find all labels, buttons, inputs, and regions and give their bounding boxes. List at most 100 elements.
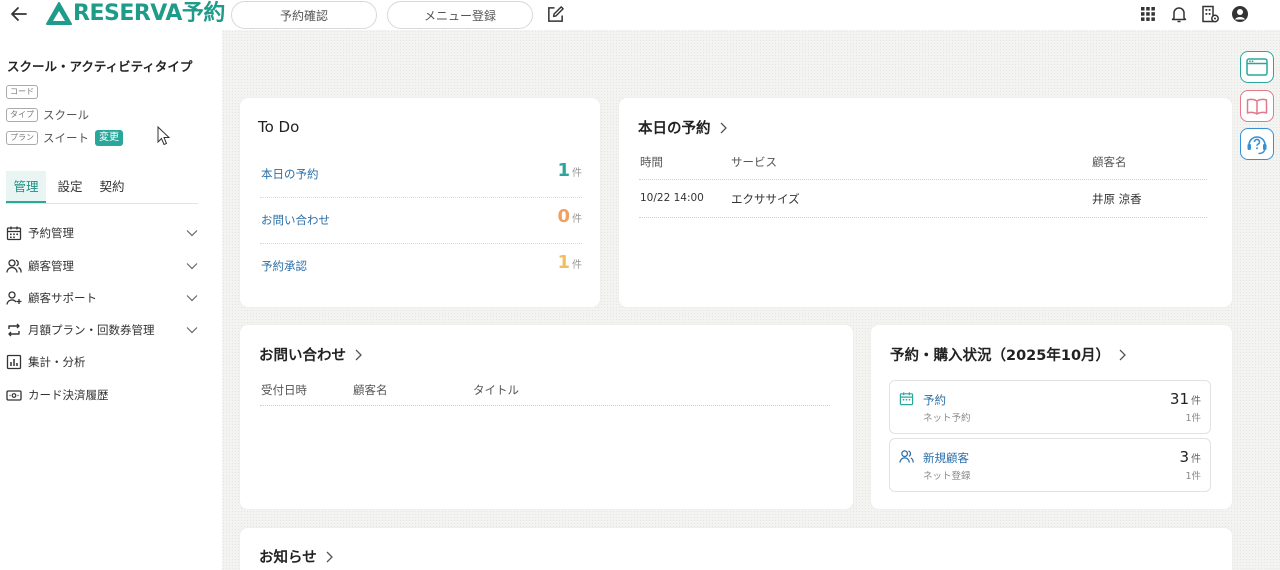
- today-reservations-card: 本日の予約 時間 サービス 顧客名 10/22 14:00 エクササイズ 井原 …: [619, 98, 1232, 307]
- apps-grid-icon[interactable]: [1138, 4, 1158, 24]
- row-customer: 井原 涼香: [1092, 192, 1142, 206]
- inquiries-title: お問い合わせ: [259, 348, 346, 364]
- table-divider: [639, 179, 1207, 180]
- users-icon: [899, 450, 914, 463]
- calendar-icon: [899, 392, 914, 406]
- sidebar-item-plan-ticket-management[interactable]: 月額プラン・回数券管理: [6, 319, 198, 341]
- sidebar-item-card-payment-history[interactable]: カード決済履歴: [6, 384, 198, 406]
- notices-title-link[interactable]: お知らせ: [259, 546, 335, 567]
- today-title-link[interactable]: 本日の予約: [638, 117, 729, 138]
- chart-icon: [6, 354, 22, 370]
- users-icon: [6, 259, 22, 273]
- sidebar-item-analytics[interactable]: 集計・分析: [6, 351, 198, 373]
- todo-count: 1 件: [557, 160, 582, 181]
- stat-sublabel: ネット予約: [923, 413, 971, 424]
- table-divider: [260, 405, 830, 406]
- todo-row-approval[interactable]: 予約承認 1 件: [260, 244, 582, 290]
- sidebar-tabs: 管理 設定 契約: [6, 171, 198, 204]
- status-item-new-customers[interactable]: 新規顧客 ネット登録 3 件 1件: [889, 438, 1211, 492]
- inquiries-title-link[interactable]: お問い合わせ: [259, 344, 364, 365]
- today-title: 本日の予約: [638, 121, 711, 137]
- repeat-icon: [8, 323, 20, 337]
- reserva-logo[interactable]: RESERVA予約: [46, 1, 225, 27]
- account-avatar-icon[interactable]: [1230, 4, 1250, 24]
- chevron-right-icon: [355, 349, 362, 360]
- sidebar-item-customer-support[interactable]: 顧客サポート: [6, 287, 198, 309]
- column-header-time: 時間: [640, 155, 663, 169]
- stat-count-value: 31: [1169, 390, 1189, 408]
- status-item-reservations[interactable]: 予約 ネット予約 31 件 1件: [889, 380, 1211, 434]
- status-card: 予約・購入状況（2025年10月） 予約 ネット予約 31 件 1件 新規顧客 …: [871, 325, 1232, 509]
- back-arrow-icon[interactable]: [9, 4, 29, 24]
- manual-book-button[interactable]: [1240, 90, 1274, 122]
- chevron-down-icon: [186, 263, 198, 270]
- code-tag: コード: [6, 85, 38, 99]
- todo-count: 1 件: [557, 252, 582, 273]
- stat-subcount: 1件: [1185, 471, 1201, 482]
- chevron-right-icon: [720, 122, 727, 133]
- sidebar-item-label: カード決済履歴: [28, 388, 109, 402]
- browser-window-button[interactable]: [1240, 51, 1274, 83]
- headset-help-icon: [1247, 136, 1267, 155]
- logo-text: RESERVA予約: [73, 1, 225, 26]
- column-header-customer: 顧客名: [353, 383, 388, 397]
- top-header: RESERVA予約 予約確認 メニュー登録: [0, 0, 1280, 30]
- row-service: エクササイズ: [731, 192, 800, 206]
- column-header-customer: 顧客名: [1092, 155, 1127, 169]
- stat-count: 3 件: [1179, 448, 1201, 466]
- sidebar-item-customer-management[interactable]: 顧客管理: [6, 255, 198, 277]
- mouse-pointer-icon: [157, 126, 171, 146]
- user-support-icon: [6, 291, 22, 305]
- notices-card: お知らせ: [240, 528, 1232, 570]
- stat-count-unit: 件: [1191, 454, 1201, 465]
- todo-row-today[interactable]: 本日の予約 1 件: [260, 152, 582, 198]
- sidebar-item-label: 顧客サポート: [28, 291, 97, 305]
- todo-count-value: 1: [557, 252, 570, 273]
- building-settings-icon[interactable]: [1200, 4, 1220, 24]
- main-content: To Do 本日の予約 1 件 お問い合わせ 0 件 予約承認 1 件 本日の予…: [222, 30, 1280, 570]
- help-support-button[interactable]: [1240, 128, 1274, 160]
- todo-card: To Do 本日の予約 1 件 お問い合わせ 0 件 予約承認 1 件: [240, 98, 600, 307]
- reservation-check-button[interactable]: 予約確認: [231, 1, 377, 29]
- todo-count: 0 件: [557, 206, 582, 227]
- todo-label: お問い合わせ: [261, 213, 330, 227]
- edit-icon[interactable]: [546, 5, 565, 24]
- plan-change-button[interactable]: 変更: [95, 130, 123, 146]
- plan-tag: プラン: [6, 131, 38, 145]
- todo-count-value: 0: [557, 206, 570, 227]
- sidebar-item-reservation-management[interactable]: 予約管理: [6, 222, 198, 244]
- menu-register-button[interactable]: メニュー登録: [387, 1, 533, 29]
- browser-window-icon: [1246, 58, 1268, 76]
- tab-manage[interactable]: 管理: [6, 171, 46, 203]
- chevron-right-icon: [326, 551, 333, 562]
- todo-label: 本日の予約: [261, 167, 319, 181]
- tab-settings[interactable]: 設定: [55, 171, 85, 203]
- todo-title: To Do: [258, 118, 300, 136]
- tab-contract[interactable]: 契約: [97, 171, 127, 203]
- notices-title: お知らせ: [259, 550, 317, 566]
- code-row: コード: [6, 85, 43, 99]
- book-icon: [1246, 98, 1268, 115]
- table-divider: [639, 217, 1207, 218]
- bell-icon[interactable]: [1169, 4, 1189, 24]
- todo-row-inquiries[interactable]: お問い合わせ 0 件: [260, 198, 582, 244]
- status-title-link[interactable]: 予約・購入状況（2025年10月）: [890, 344, 1128, 365]
- type-row: タイプ スクール: [6, 107, 89, 123]
- todo-count-value: 1: [557, 160, 570, 181]
- chevron-down-icon: [186, 327, 198, 334]
- card-icon: [6, 390, 22, 401]
- sidebar: スクール・アクティビティタイプ コード タイプ スクール プラン スイート 変更…: [0, 30, 222, 570]
- todo-count-unit: 件: [572, 260, 582, 271]
- chevron-right-icon: [1119, 349, 1126, 360]
- sidebar-item-label: 顧客管理: [28, 259, 74, 273]
- column-header-title: タイトル: [473, 383, 519, 397]
- type-tag: タイプ: [6, 108, 38, 122]
- row-time: 10/22 14:00: [640, 192, 704, 204]
- stat-label: 予約: [923, 393, 946, 407]
- stat-subcount: 1件: [1185, 413, 1201, 424]
- shop-title: スクール・アクティビティタイプ: [7, 59, 193, 74]
- stat-count-unit: 件: [1191, 396, 1201, 407]
- chevron-down-icon: [186, 230, 198, 237]
- stat-sublabel: ネット登録: [923, 471, 971, 482]
- sidebar-item-label: 予約管理: [28, 226, 74, 240]
